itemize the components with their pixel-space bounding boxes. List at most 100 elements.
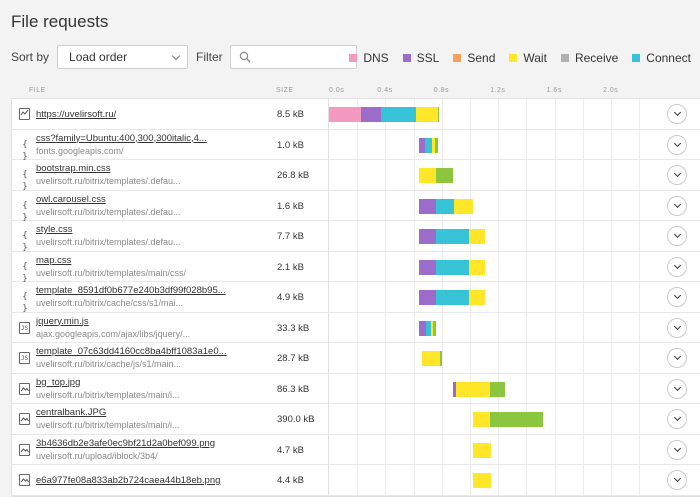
column-header-size: SIZE: [276, 87, 294, 94]
grid-line: [554, 343, 556, 373]
grid-line: [357, 434, 359, 465]
file-name-link[interactable]: bootstrap.min.css: [36, 163, 110, 174]
timing-bar-connect: [436, 290, 469, 305]
legend-label: SSL: [416, 51, 440, 65]
grid-line: [582, 373, 584, 404]
grid-line: [357, 404, 359, 434]
table-row[interactable]: { } style.css uvelirsoft.ru/bitrix/templat…: [12, 221, 700, 253]
grid-line: [470, 160, 471, 190]
table-row[interactable]: JS jquery.min.js ajax.googleapis.com/ajax/…: [12, 312, 700, 343]
grid-line: [611, 221, 612, 251]
grid-line: [611, 404, 612, 434]
file-name-link[interactable]: https://uvelirsoft.ru/: [36, 109, 116, 120]
table-row[interactable]: e6a977fe08a833ab2b724caea44b18eb.png 4.4 …: [12, 465, 700, 496]
file-name-link[interactable]: template_07c63dd4160cc8ba4bff1083a1e0...: [36, 346, 227, 357]
file-name-link[interactable]: css?family=Ubuntu:400,300,300italic,4...: [36, 133, 207, 144]
table-row[interactable]: { } map.css uvelirsoft.ru/bitrix/templates…: [12, 251, 700, 284]
file-name-link[interactable]: style.css: [36, 224, 72, 235]
timing-bar-connect: [436, 229, 469, 244]
timing-bar-receive: [433, 320, 437, 336]
expand-row-button[interactable]: [667, 104, 687, 124]
file-name-link[interactable]: owl.carousel.css: [36, 194, 106, 205]
table-row[interactable]: { } owl.carousel.css uvelirsoft.ru/bitrix/…: [12, 190, 700, 223]
legend-item-receive: Receive: [560, 51, 618, 65]
legend-item-connect: Connect: [632, 51, 691, 65]
expand-row-button[interactable]: [667, 226, 687, 246]
table-row[interactable]: bg_top.jpg uvelirsoft.ru/bitrix/templates…: [12, 373, 700, 404]
file-host: ajax.googleapis.com/ajax/libs/jquery/...: [36, 328, 191, 339]
code-icon: { }: [22, 292, 28, 314]
table-header: FILE SIZE 0.0s 0.4s 0.8s 1.2s 1.6s 2.0s: [11, 84, 700, 98]
grid-line: [357, 465, 359, 495]
grid-line: [385, 160, 387, 190]
timeline-tick-label: 0.4s: [377, 87, 393, 94]
legend: DNS SSL Send Wait Receive Connect: [335, 51, 691, 65]
page-title: File requests: [11, 12, 109, 31]
legend-item-send: Send: [453, 51, 495, 65]
sort-label: Sort by: [11, 50, 50, 64]
file-size: 4.9 kB: [277, 292, 304, 303]
grid-line: [554, 221, 556, 251]
table-row[interactable]: { } bootstrap.min.css uvelirsoft.ru/bitrix…: [12, 160, 700, 192]
expand-row-button[interactable]: [667, 317, 687, 338]
table-row[interactable]: JS template_07c63dd4160cc8ba4bff1083a1e0.…: [12, 343, 700, 374]
grid-line: [554, 434, 556, 465]
timing-bar-wait: [472, 473, 492, 488]
grid-line: [385, 221, 387, 251]
file-host: uvelirsoft.ru/bitrix/templates/.defau...: [36, 237, 181, 247]
file-name-link[interactable]: template_8591df0b677e240b3df99f028b95...: [36, 285, 226, 296]
waterfall-track: [328, 251, 650, 282]
timing-bar-wait: [472, 442, 492, 458]
timing-bar-ssl: [361, 107, 382, 122]
grid-line: [385, 312, 387, 343]
file-name-link[interactable]: bg_top.jpg: [36, 377, 80, 388]
grid-line: [611, 190, 612, 221]
expand-row-button[interactable]: [667, 134, 687, 155]
timing-bar-wait: [422, 351, 441, 366]
expand-row-button[interactable]: [667, 195, 687, 216]
table-row[interactable]: { } css?family=Ubuntu:400,300,300italic,4…: [12, 129, 700, 162]
expand-row-button[interactable]: [667, 378, 687, 399]
file-host: uvelirsoft.ru/bitrix/cache/js/s1/main...: [36, 359, 182, 369]
expand-row-button[interactable]: [667, 256, 687, 277]
grid-line: [441, 343, 443, 373]
search-icon: [239, 51, 251, 63]
file-name-link[interactable]: map.css: [36, 255, 71, 266]
grid-line: [639, 129, 641, 160]
grid-line: [470, 99, 471, 129]
timing-bar-receive: [434, 137, 438, 153]
sort-select[interactable]: Load order: [57, 45, 189, 69]
file-name-link[interactable]: 3b4636db2e3afe0ec9bf21d2a0bef099.png: [36, 438, 215, 449]
expand-row-button[interactable]: [667, 409, 687, 429]
grid-line: [526, 129, 528, 160]
grid-line: [526, 282, 528, 312]
code-icon: { }: [22, 170, 28, 192]
expand-row-button[interactable]: [667, 470, 687, 490]
expand-row-button[interactable]: [667, 287, 687, 307]
file-size: 2.1 kB: [277, 261, 304, 273]
table-row[interactable]: centralbank.JPG uvelirsoft.ru/bitrix/temp…: [12, 404, 700, 435]
grid-line: [639, 373, 641, 404]
grid-line: [498, 160, 500, 190]
grid-line: [611, 373, 612, 404]
waterfall-track: [328, 221, 650, 251]
file-name-link[interactable]: e6a977fe08a833ab2b724caea44b18eb.png: [36, 475, 220, 486]
table-row[interactable]: 3b4636db2e3afe0ec9bf21d2a0bef099.png uvel…: [12, 434, 700, 465]
file-name-link[interactable]: jquery.min.js: [36, 316, 89, 327]
file-size: 7.7 kB: [277, 231, 304, 242]
grid-line: [413, 404, 415, 434]
file-name-link[interactable]: centralbank.JPG: [36, 407, 106, 418]
grid-line: [526, 99, 528, 129]
grid-line: [413, 251, 415, 282]
expand-row-button[interactable]: [667, 439, 687, 460]
table-row[interactable]: { } template_8591df0b677e240b3df99f028b95…: [12, 282, 700, 314]
legend-label: Connect: [646, 51, 691, 65]
table-row[interactable]: https://uvelirsoft.ru/8.5 kB: [12, 99, 700, 130]
timing-bar-wait: [468, 259, 486, 275]
expand-row-button[interactable]: [667, 165, 687, 185]
timing-bar-receive: [436, 168, 454, 183]
timing-bar-connect: [381, 107, 417, 122]
expand-row-button[interactable]: [667, 348, 687, 368]
grid-line: [498, 465, 500, 495]
grid-line: [611, 465, 612, 495]
